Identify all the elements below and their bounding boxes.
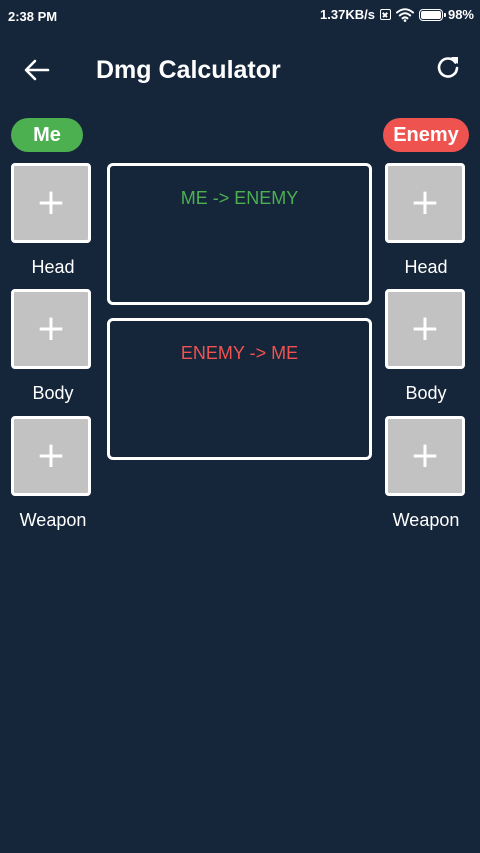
- plus-icon: +: [35, 435, 67, 476]
- me-head-slot[interactable]: +: [11, 163, 91, 243]
- plus-icon: +: [409, 308, 441, 349]
- me-head-label: Head: [31, 257, 75, 277]
- me-badge: Me: [11, 118, 83, 152]
- status-time: 2:38 PM: [8, 9, 58, 24]
- plus-icon: +: [409, 435, 441, 476]
- enemy-badge: Enemy: [383, 118, 469, 152]
- me-weapon-label: Weapon: [19, 510, 87, 530]
- wifi-icon: [395, 7, 414, 22]
- enemy-head-label: Head: [404, 257, 448, 277]
- me-to-enemy-title: ME -> ENEMY: [180, 188, 299, 208]
- enemy-weapon-label: Weapon: [392, 510, 460, 530]
- battery-percent: 98%: [447, 7, 474, 22]
- page-title: Dmg Calculator: [96, 56, 281, 84]
- status-bar: 2:38 PM 1.37KB/s 98%: [0, 0, 480, 32]
- enemy-head-slot[interactable]: +: [385, 163, 465, 243]
- me-body-label: Body: [32, 383, 74, 403]
- me-weapon-slot[interactable]: +: [11, 416, 91, 496]
- plus-icon: +: [35, 308, 67, 349]
- no-sim-icon: [379, 9, 391, 20]
- battery-level: [420, 10, 441, 19]
- arrow-left-icon: [24, 59, 50, 81]
- battery-icon: [418, 8, 446, 21]
- back-button[interactable]: [20, 54, 54, 86]
- enemy-body-label: Body: [405, 383, 447, 403]
- refresh-button[interactable]: [434, 54, 462, 82]
- plus-icon: +: [409, 182, 441, 223]
- enemy-to-me-panel: ENEMY -> ME: [107, 318, 372, 460]
- me-to-enemy-panel: ME -> ENEMY: [107, 163, 372, 305]
- status-indicators: 1.37KB/s 98%: [320, 7, 474, 22]
- enemy-to-me-title: ENEMY -> ME: [180, 343, 299, 363]
- app-bar: Dmg Calculator: [0, 32, 480, 108]
- network-speed: 1.37KB/s: [320, 7, 375, 22]
- refresh-icon: [437, 57, 459, 78]
- plus-icon: +: [35, 182, 67, 223]
- enemy-body-slot[interactable]: +: [385, 289, 465, 369]
- me-body-slot[interactable]: +: [11, 289, 91, 369]
- enemy-weapon-slot[interactable]: +: [385, 416, 465, 496]
